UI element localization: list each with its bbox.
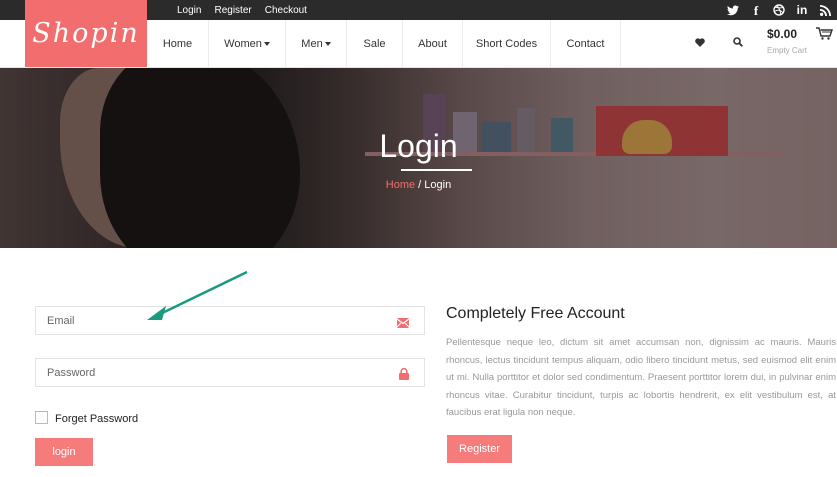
top-link-register[interactable]: Register <box>214 5 251 16</box>
nav-item-about[interactable]: About <box>403 20 463 67</box>
envelope-icon <box>396 315 410 333</box>
register-button[interactable]: Register <box>447 435 512 463</box>
cart-status: Empty Cart <box>767 46 808 55</box>
nav-item-label: Contact <box>566 37 605 50</box>
nav-item-women[interactable]: Women <box>209 20 286 67</box>
rss-icon[interactable] <box>819 4 831 16</box>
caret-down-icon <box>324 41 331 46</box>
cart-icon[interactable] <box>816 27 833 45</box>
password-field <box>35 358 425 387</box>
nav-item-men[interactable]: Men <box>286 20 347 67</box>
heart-icon[interactable] <box>684 37 716 50</box>
dribbble-icon[interactable] <box>773 4 785 16</box>
account-description: Pellentesque neque leo, dictum sit amet … <box>446 337 836 418</box>
nav-tools <box>684 20 754 67</box>
forget-password-checkbox[interactable] <box>35 411 48 424</box>
search-icon[interactable] <box>722 37 754 50</box>
breadcrumb-current: Login <box>424 179 452 191</box>
login-button[interactable]: login <box>35 438 93 466</box>
top-link-login[interactable]: Login <box>177 5 201 16</box>
title-underline <box>401 169 472 171</box>
nav-item-sale[interactable]: Sale <box>347 20 403 67</box>
password-input[interactable] <box>36 359 386 386</box>
nav-item-label: About <box>418 37 447 50</box>
nav-item-short-codes[interactable]: Short Codes <box>463 20 551 67</box>
pointer-arrow-icon <box>147 270 248 320</box>
logo-text: Shopin <box>32 18 140 49</box>
caret-down-icon <box>263 41 270 46</box>
page-title: Login <box>379 128 458 164</box>
twitter-icon[interactable] <box>727 5 739 16</box>
facebook-icon[interactable]: f <box>750 4 762 17</box>
account-links: Login Register Checkout <box>177 0 307 20</box>
account-heading: Completely Free Account <box>446 305 625 322</box>
page-banner: Login Home / Login <box>0 68 837 248</box>
nav-item-label: Men <box>301 37 323 50</box>
nav-item-label: Women <box>224 37 262 50</box>
nav-item-home[interactable]: Home <box>147 20 209 67</box>
cart-summary[interactable]: $0.00 Empty Cart <box>767 27 833 55</box>
breadcrumb: Home / Login <box>0 179 837 191</box>
top-link-checkout[interactable]: Checkout <box>265 5 307 16</box>
nav-item-label: Sale <box>363 37 386 50</box>
nav-item-label: Home <box>162 37 193 50</box>
main-menu: Home Women Men Sale About Short Codes Co… <box>147 20 621 67</box>
linkedin-icon[interactable]: in <box>796 4 808 16</box>
social-links: f in <box>727 0 831 20</box>
nav-item-contact[interactable]: Contact <box>551 20 621 67</box>
breadcrumb-home-link[interactable]: Home <box>386 179 415 191</box>
nav-item-label: Short Codes <box>475 37 538 50</box>
lock-icon <box>399 367 409 385</box>
forget-password-label[interactable]: Forget Password <box>55 413 138 425</box>
brand-logo[interactable]: Shopin <box>25 0 147 67</box>
breadcrumb-separator: / <box>418 179 422 191</box>
